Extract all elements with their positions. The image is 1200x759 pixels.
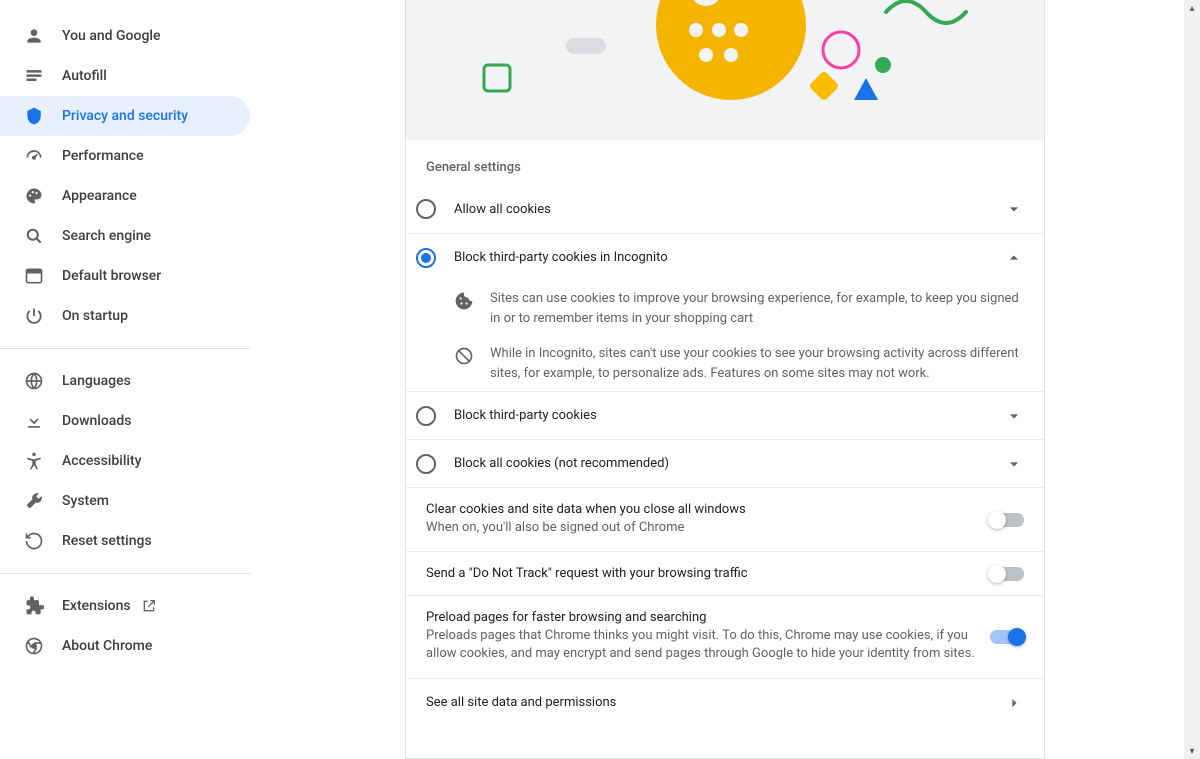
sidebar-item-label: Performance — [62, 148, 144, 164]
sidebar-item-label: Search engine — [62, 228, 151, 244]
sidebar-item-privacy[interactable]: Privacy and security — [0, 96, 250, 136]
setting-title: Clear cookies and site data when you clo… — [426, 502, 990, 517]
speed-icon — [24, 146, 44, 166]
chevron-right-icon — [1004, 693, 1024, 713]
block-icon — [454, 346, 474, 366]
power-icon — [24, 306, 44, 326]
sidebar-item-label: Languages — [62, 373, 131, 389]
sidebar-separator — [0, 573, 250, 574]
sidebar-item-label: Accessibility — [62, 453, 141, 469]
sidebar-item-startup[interactable]: On startup — [0, 296, 250, 336]
setting-subtitle: Preloads pages that Chrome thinks you mi… — [426, 627, 990, 663]
sidebar-item-label: System — [62, 493, 109, 509]
cookie-option-block-3p[interactable]: Block third-party cookies — [406, 391, 1044, 439]
option-detail-text: While in Incognito, sites can't use your… — [490, 344, 1024, 383]
sidebar-item-default-browser[interactable]: Default browser — [0, 256, 250, 296]
sidebar-item-accessibility[interactable]: Accessibility — [0, 441, 250, 481]
open-external-icon — [141, 598, 157, 614]
globe-icon — [24, 371, 44, 391]
toggle-switch[interactable] — [990, 630, 1024, 644]
sidebar-item-label: Autofill — [62, 68, 107, 84]
sidebar-item-label: You and Google — [62, 28, 160, 44]
browser-icon — [24, 266, 44, 286]
restore-icon — [24, 531, 44, 551]
option-detail: Sites can use cookies to improve your br… — [406, 281, 1044, 336]
sidebar-item-you-google[interactable]: You and Google — [0, 16, 250, 56]
chevron-down-icon[interactable] — [1004, 199, 1024, 219]
general-settings-heading: General settings — [406, 140, 1044, 185]
vertical-scrollbar[interactable]: ▴ ▾ — [1184, 0, 1200, 759]
toggle-switch[interactable] — [990, 567, 1024, 581]
setting-clear-on-close[interactable]: Clear cookies and site data when you clo… — [406, 487, 1044, 551]
settings-card: General settings Allow all cookies Block … — [405, 0, 1045, 759]
sidebar-item-languages[interactable]: Languages — [0, 361, 250, 401]
sidebar-item-label: Appearance — [62, 188, 137, 204]
cookies-hero-banner — [406, 0, 1044, 140]
see-all-site-data-label: See all site data and permissions — [426, 695, 1004, 710]
sidebar-item-system[interactable]: System — [0, 481, 250, 521]
radio-button[interactable] — [416, 199, 436, 219]
radio-button[interactable] — [416, 454, 436, 474]
sidebar-item-label: Downloads — [62, 413, 131, 429]
chrome-icon — [24, 636, 44, 656]
cookie-option-allow-all[interactable]: Allow all cookies — [406, 185, 1044, 233]
option-label: Block third-party cookies — [454, 408, 1004, 423]
setting-title: Send a "Do Not Track" request with your … — [426, 566, 990, 581]
sidebar-item-search[interactable]: Search engine — [0, 216, 250, 256]
see-all-site-data-row[interactable]: See all site data and permissions — [406, 678, 1044, 727]
sidebar-item-label: About Chrome — [62, 638, 152, 654]
sidebar-item-extensions[interactable]: Extensions — [0, 586, 250, 626]
option-label: Allow all cookies — [454, 202, 1004, 217]
sidebar-item-appearance[interactable]: Appearance — [0, 176, 250, 216]
sidebar-item-about[interactable]: About Chrome — [0, 626, 250, 666]
toggle-switch[interactable] — [990, 513, 1024, 527]
extension-icon — [24, 596, 44, 616]
settings-sidebar: You and Google Autofill Privacy and securi… — [0, 0, 250, 759]
chevron-up-icon[interactable] — [1004, 248, 1024, 268]
setting-dnt[interactable]: Send a "Do Not Track" request with your … — [406, 551, 1044, 595]
search-icon — [24, 226, 44, 246]
sidebar-item-label: Reset settings — [62, 533, 152, 549]
chevron-down-icon[interactable] — [1004, 454, 1024, 474]
person-icon — [24, 26, 44, 46]
option-detail: While in Incognito, sites can't use your… — [406, 336, 1044, 391]
sidebar-separator — [0, 348, 250, 349]
setting-title: Preload pages for faster browsing and se… — [426, 610, 990, 625]
sidebar-item-performance[interactable]: Performance — [0, 136, 250, 176]
sidebar-item-label: Default browser — [62, 268, 161, 284]
cookie-option-block-3p-incognito[interactable]: Block third-party cookies in Incognito — [406, 233, 1044, 281]
wrench-icon — [24, 491, 44, 511]
chevron-down-icon[interactable] — [1004, 406, 1024, 426]
scroll-up-arrow[interactable]: ▴ — [1184, 0, 1200, 16]
sidebar-item-label: On startup — [62, 308, 128, 324]
sidebar-item-autofill[interactable]: Autofill — [0, 56, 250, 96]
sidebar-item-downloads[interactable]: Downloads — [0, 401, 250, 441]
option-label: Block third-party cookies in Incognito — [454, 250, 1004, 265]
radio-button[interactable] — [416, 406, 436, 426]
shield-icon — [24, 106, 44, 126]
sidebar-item-label: Extensions — [62, 598, 131, 614]
setting-preload[interactable]: Preload pages for faster browsing and se… — [406, 595, 1044, 677]
sidebar-item-label: Privacy and security — [62, 108, 188, 124]
main-content: General settings Allow all cookies Block … — [250, 0, 1200, 759]
cookie-icon — [454, 291, 474, 311]
cookie-option-block-all[interactable]: Block all cookies (not recommended) — [406, 439, 1044, 487]
palette-icon — [24, 186, 44, 206]
option-detail-text: Sites can use cookies to improve your br… — [490, 289, 1024, 328]
accessibility-icon — [24, 451, 44, 471]
scroll-down-arrow[interactable]: ▾ — [1184, 743, 1200, 759]
setting-subtitle: When on, you'll also be signed out of Ch… — [426, 519, 990, 537]
sidebar-item-reset[interactable]: Reset settings — [0, 521, 250, 561]
download-icon — [24, 411, 44, 431]
radio-button[interactable] — [416, 248, 436, 268]
option-label: Block all cookies (not recommended) — [454, 456, 1004, 471]
autofill-icon — [24, 66, 44, 86]
